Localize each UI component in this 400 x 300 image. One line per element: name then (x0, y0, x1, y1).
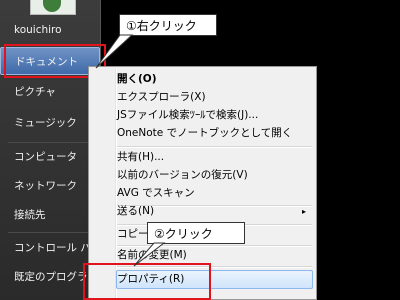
menu-item-onenote-open[interactable]: OneNote でノートブックとして開く (117, 125, 312, 142)
callout-click: ②クリック (147, 222, 245, 244)
callout-pointer-right-click (95, 34, 134, 69)
user-picture[interactable] (30, 0, 76, 15)
menu-item-send-to-label: 送る(N) (117, 205, 155, 217)
callout-right-click: ①右クリック (119, 14, 217, 36)
menu-separator (117, 146, 312, 148)
sidebar-item-network[interactable]: ネットワーク (0, 172, 100, 200)
menu-item-explorer[interactable]: エクスプローラ(X) (117, 89, 312, 106)
sidebar-item-computer[interactable]: コンピュータ (0, 143, 100, 171)
sidebar-separator (8, 232, 96, 233)
submenu-arrow-icon: ▸ (301, 207, 306, 216)
user-picture-leaf-icon (43, 0, 61, 12)
menu-item-js-file-search[interactable]: JSファイル検索ﾂｰﾙで検索(J)... (117, 107, 312, 124)
menu-item-share[interactable]: 共有(H)... (117, 149, 312, 166)
menu-item-avg-scan[interactable]: AVG でスキャン (117, 185, 312, 202)
sidebar-item-music[interactable]: ミュージック (0, 109, 100, 137)
sidebar-user-name[interactable]: kouichiro (0, 17, 100, 43)
menu-item-open[interactable]: 開く(O) (117, 71, 312, 88)
sidebar-item-control-panel[interactable]: コントロール パネ (0, 234, 100, 262)
sidebar-item-pictures[interactable]: ピクチャ (0, 78, 100, 106)
menu-item-send-to[interactable]: 送る(N) ▸ (117, 203, 312, 220)
sidebar-item-connect-to[interactable]: 接続先 (0, 201, 100, 229)
callout-pointer-click (133, 242, 166, 267)
menu-item-restore-previous[interactable]: 以前のバージョンの復元(V) (117, 167, 312, 184)
